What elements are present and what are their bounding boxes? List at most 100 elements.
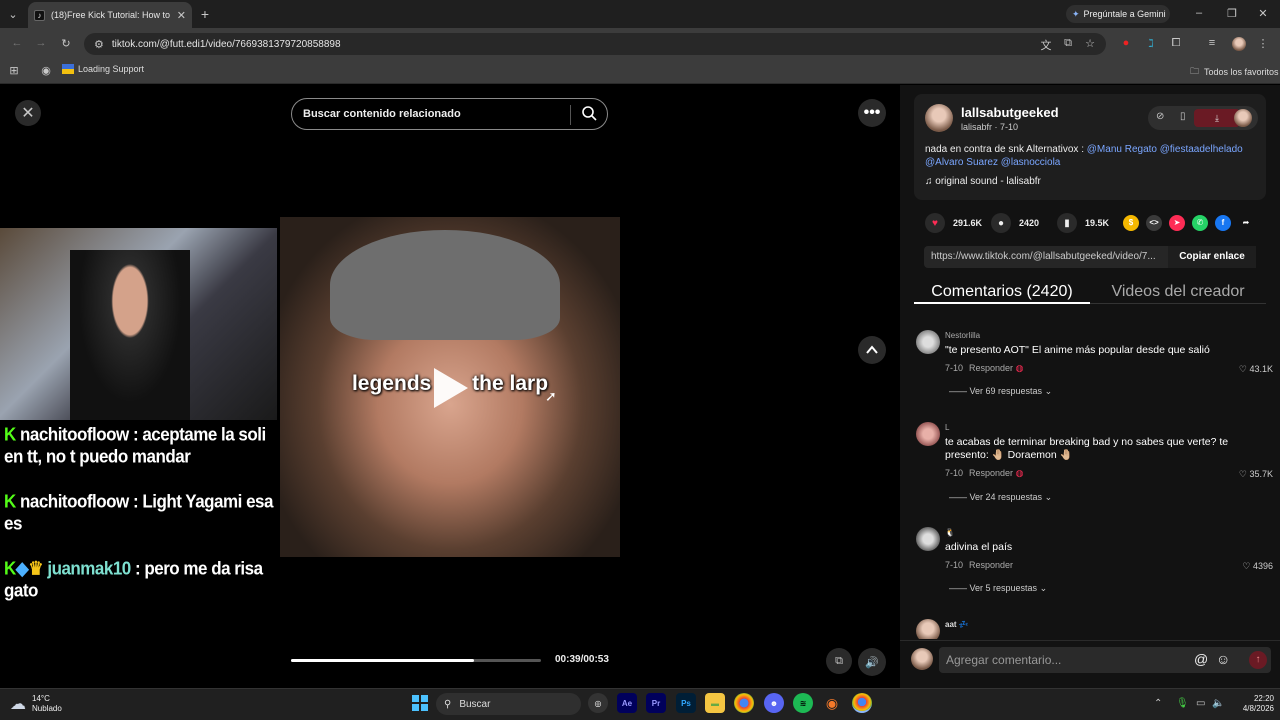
spotify-icon[interactable]: ≋ [793, 693, 813, 713]
copy-link-button[interactable]: Copiar enlace [1168, 246, 1256, 268]
mention-icon[interactable]: @ [1194, 651, 1208, 667]
clock[interactable]: 22:20 4/8/2026 [1230, 694, 1274, 714]
after-effects-icon[interactable]: Ae [617, 693, 637, 713]
translate-icon[interactable]: 文 [1040, 37, 1052, 53]
photoshop-icon[interactable]: Ps [676, 693, 696, 713]
post-comment-icon[interactable]: ↑ [1249, 651, 1267, 669]
window-close-icon[interactable]: ✕ [1256, 7, 1270, 20]
tray-chevron-icon[interactable]: ⌃ [1154, 698, 1162, 709]
comment-likes[interactable]: ♡ 43.1K [1239, 364, 1273, 375]
share-arrow-icon[interactable]: ➦ [1238, 215, 1254, 231]
discord-icon[interactable]: ☻ [764, 693, 784, 713]
tab-search-icon[interactable]: ⌄ [6, 7, 20, 21]
tab-comments[interactable]: Comentarios (2420) [914, 283, 1090, 301]
volume-icon[interactable]: 🔊 [858, 648, 886, 676]
all-bookmarks[interactable]: 🗀 Todos los favoritos [1190, 64, 1279, 80]
forward-icon[interactable]: → [34, 37, 48, 49]
mini-avatar[interactable] [1234, 109, 1252, 127]
site-info-icon[interactable]: ⚙ [94, 38, 104, 51]
extensions-icon[interactable]: ⧠ [1170, 37, 1182, 50]
whatsapp-icon[interactable]: ✆ [1192, 215, 1208, 231]
apps-icon[interactable]: ⊞ [8, 64, 20, 77]
extension-translate-icon[interactable]: ℷ [1144, 37, 1158, 50]
chrome-active-icon[interactable] [852, 693, 872, 713]
comment-likes[interactable]: ♡ 35.7K [1239, 469, 1273, 480]
gemini-button[interactable]: ✦ Pregúntale a Gemini [1066, 5, 1170, 23]
start-icon[interactable] [410, 693, 430, 713]
related-search-input[interactable]: Buscar contenido relacionado [291, 98, 608, 130]
profile-avatar[interactable] [1232, 37, 1246, 51]
chrome-icon[interactable] [734, 693, 754, 713]
view-replies-button[interactable]: —— Ver 24 respuestas ⌄ [949, 492, 1052, 503]
device-icon[interactable]: ▯ [1180, 111, 1186, 122]
play-icon[interactable] [434, 368, 468, 408]
view-replies-label: Ver 24 respuestas [969, 492, 1043, 502]
reply-button[interactable]: Responder [969, 560, 1013, 570]
network-icon[interactable]: ▭ [1196, 698, 1205, 709]
menu-icon[interactable]: ⋮ [1258, 37, 1269, 50]
like-icon[interactable]: ♥ [925, 213, 945, 233]
minimize-icon[interactable]: – [1192, 7, 1206, 19]
coin-share-icon[interactable]: $ [1123, 215, 1139, 231]
sound-link[interactable]: ♫ original sound - lalisabfr [925, 176, 1041, 187]
comment-avatar[interactable] [916, 619, 940, 639]
comment-author[interactable]: L [945, 423, 949, 432]
comment-avatar[interactable] [916, 527, 940, 551]
new-tab-icon[interactable]: + [198, 6, 212, 22]
bookmark-star-icon[interactable]: ☆ [1084, 37, 1096, 50]
floating-player-icon[interactable]: ⧉ [826, 648, 852, 674]
globe-icon[interactable]: ◉ [40, 64, 52, 77]
reading-list-icon[interactable]: ≡ [1206, 37, 1218, 49]
comment-author[interactable]: aat 💤 [945, 620, 969, 629]
comment-avatar[interactable] [916, 422, 940, 446]
comment-input[interactable]: Agregar comentario... [939, 647, 1215, 673]
comment-likes[interactable]: ♡ 4396 [1242, 561, 1273, 572]
user-avatar[interactable] [911, 648, 933, 670]
reply-button[interactable]: Responder [969, 468, 1013, 478]
close-video-icon[interactable]: ✕ [15, 100, 41, 126]
back-icon[interactable]: ← [10, 37, 24, 49]
mic-icon[interactable]: 🎙 [1176, 698, 1189, 709]
view-replies-label: Ver 69 respuestas [969, 386, 1043, 396]
view-replies-button[interactable]: —— Ver 69 respuestas ⌄ [949, 386, 1052, 397]
creator-avatar[interactable] [925, 104, 953, 132]
creator-subtitle: lalisabfr · 7-10 [961, 122, 1019, 132]
reload-icon[interactable]: ↻ [59, 37, 73, 50]
video-progress-bar[interactable] [291, 659, 541, 662]
tab-creator-videos[interactable]: Videos del creador [1090, 283, 1266, 301]
comment-date: 7-10 [945, 468, 964, 478]
bookmark-loading-support[interactable]: Loading Support [62, 64, 144, 74]
browser-tab[interactable]: ♪ (18)Free Kick Tutorial: How to Edit ✕ [28, 2, 192, 28]
previous-video-icon[interactable] [858, 336, 886, 364]
extension-red-icon[interactable]: ● [1120, 37, 1132, 49]
search-icon[interactable] [581, 105, 597, 124]
app-icon-circle[interactable]: ◎ [588, 693, 608, 713]
emoji-icon[interactable]: ☺ [1216, 651, 1230, 667]
file-explorer-icon[interactable]: ▬ [705, 693, 725, 713]
save-icon[interactable]: ▮ [1057, 213, 1077, 233]
view-replies-button[interactable]: —— Ver 5 respuestas ⌄ [949, 583, 1047, 594]
blender-icon[interactable]: ◉ [822, 693, 842, 713]
reply-button[interactable]: Responder [969, 363, 1013, 373]
cast-icon[interactable]: ⧉ [1062, 37, 1074, 50]
comment-author[interactable]: 🐧 [945, 528, 955, 537]
facebook-icon[interactable]: f [1215, 215, 1231, 231]
comment-avatar[interactable] [916, 330, 940, 354]
comment-date: 7-10 [945, 363, 964, 373]
weather-widget[interactable]: ☁ 14°C Nublado [10, 694, 62, 714]
taskbar-search[interactable]: ⚲ Buscar [436, 693, 581, 715]
link-icon[interactable]: ⊘ [1156, 111, 1164, 122]
send-share-icon[interactable]: ➤ [1169, 215, 1185, 231]
speaker-icon[interactable]: 🔈 [1212, 698, 1224, 709]
tab-close-icon[interactable]: ✕ [177, 9, 186, 22]
more-options-icon[interactable]: ••• [858, 99, 886, 127]
premiere-icon[interactable]: Pr [646, 693, 666, 713]
comment-like-count: 4396 [1252, 561, 1273, 571]
creator-name[interactable]: lallsabutgeeked [961, 105, 1059, 120]
address-bar[interactable]: ⚙ tiktok.com/@futt.edi1/video/7669381379… [84, 33, 1106, 55]
comment-author[interactable]: Nestorlilla [945, 331, 980, 340]
share-link-field[interactable]: https://www.tiktok.com/@lallsabutgeeked/… [924, 246, 1168, 268]
embed-icon[interactable]: <> [1146, 215, 1162, 231]
maximize-icon[interactable]: ❐ [1225, 7, 1239, 20]
comment-icon[interactable]: ● [991, 213, 1011, 233]
